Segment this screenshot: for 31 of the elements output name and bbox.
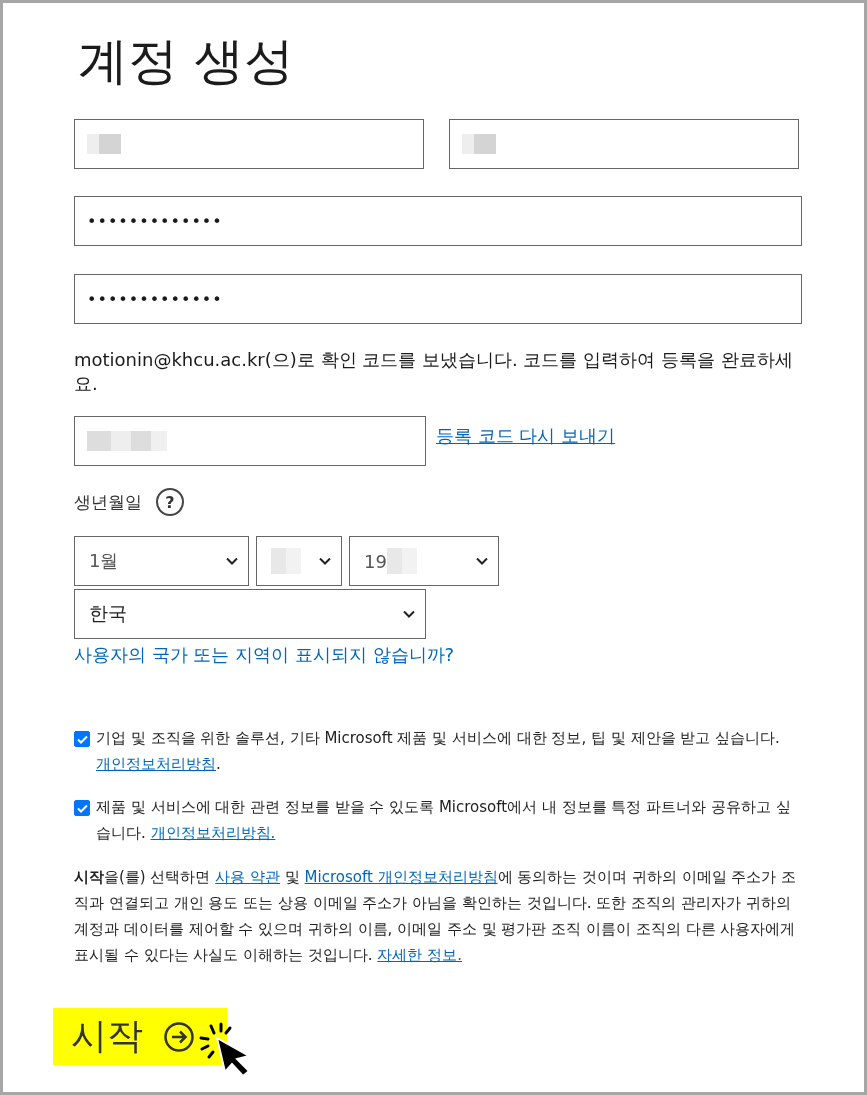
chevron-down-icon xyxy=(319,557,331,565)
name-field[interactable] xyxy=(449,119,799,169)
chevron-down-icon xyxy=(226,557,238,565)
terms-paragraph: 시작을(를) 선택하면 사용 약관 및 Microsoft 개인정보처리방침에 동의하는 것이며 귀하의 이메일 주소가 조직과 연결되고 개인 용도 또는 상용 이메일 주소가 아님을 확인하는 것입니다. 또한 조직의 관리자가 귀하의 계정과 데이터를 제어할 수 있으며 귀하의 이름, 이메일 주소 및 평가판 조직 이름이 조직의 다른 사용자에게 표시될 수 있다는 사실도 이해하는 것입니다. 자세한 정보. xyxy=(74,867,798,966)
code-field[interactable] xyxy=(74,416,426,466)
day-dropdown[interactable] xyxy=(256,536,342,586)
country-dropdown[interactable]: 한국 xyxy=(74,589,426,639)
chevron-down-icon xyxy=(403,610,415,618)
checkbox[interactable] xyxy=(74,731,90,747)
terms-link[interactable]: Microsoft 개인정보처리방침 xyxy=(304,868,498,886)
terms-link[interactable]: 사용 약관 xyxy=(215,868,281,886)
checkbox[interactable] xyxy=(74,800,90,816)
country-help-link[interactable]: 사용자의 국가 또는 지역이 표시되지 않습니까? xyxy=(74,643,799,667)
password-field[interactable]: ••••••••••••• xyxy=(74,196,802,246)
privacy-policy-link[interactable]: 개인정보처리방침. xyxy=(150,824,276,842)
password-field[interactable]: ••••••••••••• xyxy=(74,274,802,324)
year-dropdown[interactable]: 19 xyxy=(349,536,499,586)
consent-text: 기업 및 조직을 위한 솔루션, 기타 Microsoft 제품 및 서비스에 대한 정보, 팁 및 제안을 받고 싶습니다. 개인정보처리방침. xyxy=(96,728,781,775)
verification-message: motionin@khcu.ac.kr(으)로 확인 코드를 보냈습니다. 코드를 입력하여 등록을 완료하세요. xyxy=(74,348,794,396)
chevron-down-icon xyxy=(476,557,488,565)
privacy-policy-link[interactable]: 개인정보처리방침 xyxy=(96,755,216,773)
start-button[interactable]: 시작 xyxy=(53,1008,227,1065)
resend-code-link[interactable]: 등록 코드 다시 보내기 xyxy=(436,424,616,448)
month-dropdown[interactable]: 1월 xyxy=(74,536,249,586)
name-field[interactable] xyxy=(74,119,424,169)
consent-text: 제품 및 서비스에 대한 관련 정보를 받을 수 있도록 Microsoft에서 내 정보를 특정 파트너와 공유하고 싶습니다. 개인정보처리방침. xyxy=(96,797,792,844)
terms-link[interactable]: 자세한 정보. xyxy=(377,946,462,964)
help-icon[interactable]: ? xyxy=(156,488,184,516)
arrow-circle-icon xyxy=(163,1020,195,1053)
page-title: 계정 생성 xyxy=(78,31,295,92)
birthdate-label: 생년월일 xyxy=(74,490,142,514)
